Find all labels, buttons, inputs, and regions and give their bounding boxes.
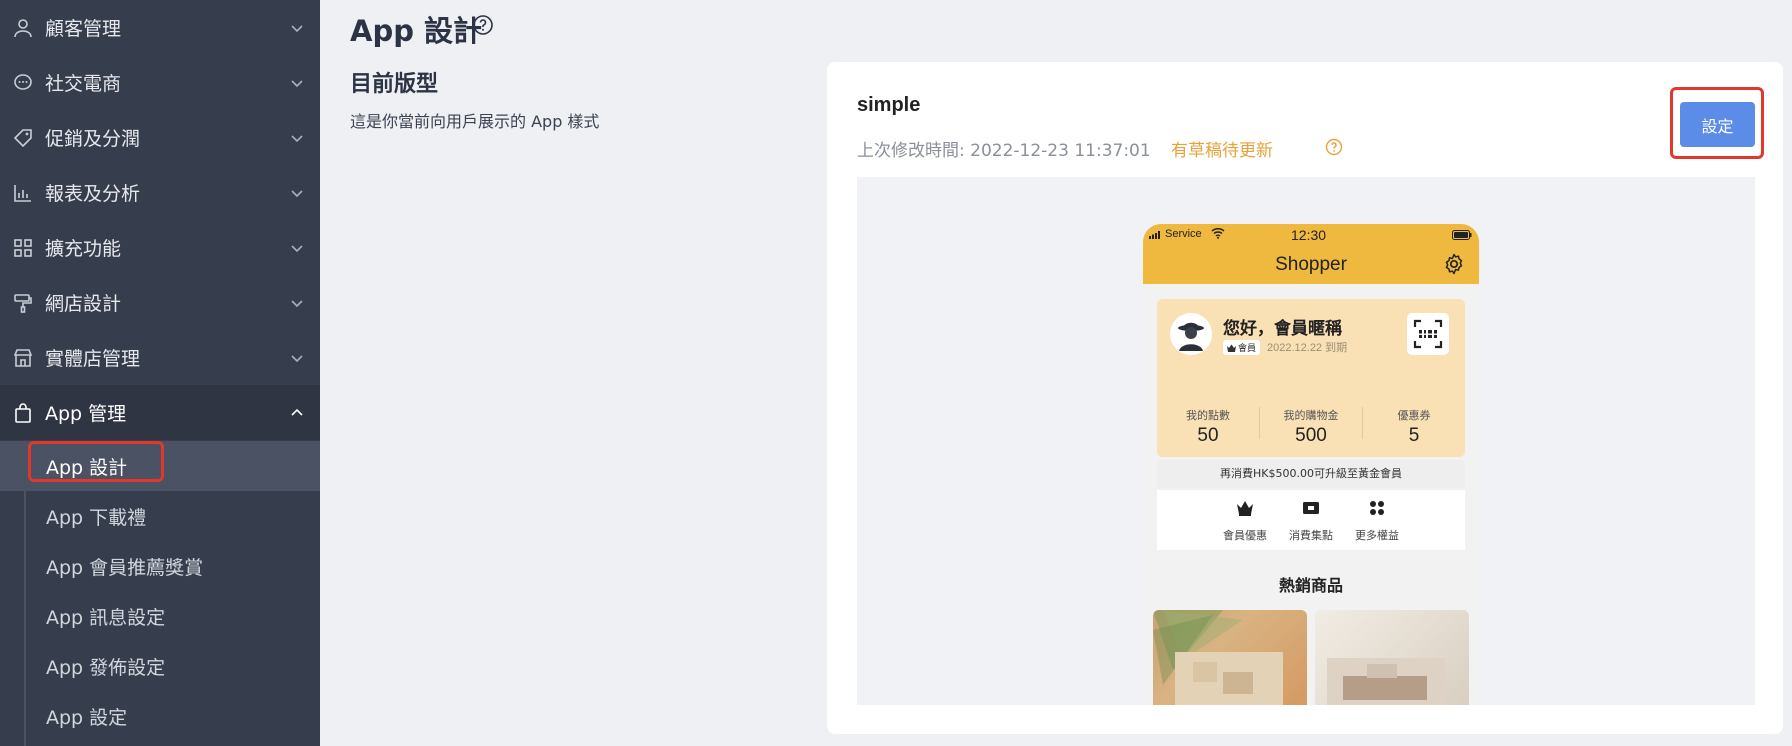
help-icon[interactable] [1325, 138, 1343, 156]
grid-icon [14, 238, 32, 257]
qr-code-icon [1407, 313, 1449, 355]
sidebar-item-label: 顧客管理 [45, 18, 122, 40]
sidebar-item-label: App 管理 [45, 403, 127, 425]
status-time: 12:30 [1291, 227, 1327, 243]
paint-roller-icon [14, 293, 32, 313]
stat-points: 我的點數 50 [1157, 407, 1259, 447]
chart-icon [14, 184, 31, 202]
submenu-item-app-message-settings[interactable]: App 訊息設定 [0, 591, 320, 641]
stat-coupons: 優惠券 5 [1363, 407, 1465, 447]
perk-points-collection: 消費集點 [1276, 500, 1346, 543]
stat-label: 我的購物金 [1283, 409, 1339, 422]
submenu-item-label: App 訊息設定 [46, 606, 166, 629]
submenu-item-app-referral-reward[interactable]: App 會員推薦獎賞 [0, 541, 320, 591]
highlight-box [28, 441, 164, 482]
sidebar-item-customers[interactable]: 顧客管理 [0, 0, 320, 55]
help-icon[interactable] [472, 14, 494, 36]
sidebar-item-app-management[interactable]: App 管理 [0, 385, 320, 440]
chevron-down-icon [291, 354, 303, 362]
page-title: App 設計 [350, 14, 483, 48]
sidebar-item-store-design[interactable]: 網店設計 [0, 275, 320, 330]
stat-value: 5 [1408, 425, 1420, 446]
sidebar-item-extensions[interactable]: 擴充功能 [0, 220, 320, 275]
member-badge: 會員 [1223, 340, 1261, 355]
submenu-item-app-download-gift[interactable]: App 下載禮 [0, 491, 320, 541]
ticket-icon [1303, 502, 1319, 514]
upgrade-banner: 再消費HK$500.00可升級至黃金會員 [1157, 460, 1465, 488]
wifi-icon [1211, 227, 1225, 239]
submenu-item-app-settings[interactable]: App 設定 [0, 691, 320, 741]
app-title: Shopper [1275, 254, 1347, 275]
sidebar-item-label: 擴充功能 [45, 238, 122, 260]
badge-label: 會員 [1238, 343, 1257, 353]
member-greeting: 您好，會員暱稱 [1223, 319, 1342, 339]
chevron-down-icon [291, 79, 303, 87]
sidebar-item-promotions[interactable]: 促銷及分潤 [0, 110, 320, 165]
crown-icon [1237, 501, 1253, 516]
submenu-item-app-publish-settings[interactable]: App 發佈設定 [0, 641, 320, 691]
carrier-label: Service [1165, 228, 1202, 240]
submenu-item-label: App 設定 [46, 706, 128, 729]
chevron-down-icon [291, 189, 303, 197]
chat-icon [14, 73, 32, 90]
perk-label: 更多權益 [1355, 529, 1399, 542]
sidebar-item-label: 社交電商 [45, 73, 122, 95]
sidebar: 顧客管理 社交電商 促銷及分潤 報表及分析 擴充功能 網店設計 實體店管理 Ap… [0, 0, 320, 746]
tag-icon [13, 128, 32, 147]
phone-mockup: Service 12:30 Shopper 您好，會員暱稱 會員 2022.12… [1143, 224, 1479, 705]
sidebar-item-label: 網店設計 [45, 293, 122, 315]
stat-value: 500 [1295, 425, 1327, 446]
sidebar-item-label: 實體店管理 [45, 348, 141, 370]
submenu-item-label: App 發佈設定 [46, 656, 166, 679]
perk-more-benefits: 更多權益 [1342, 500, 1412, 543]
section-title: 目前版型 [350, 72, 439, 97]
user-icon [14, 18, 32, 37]
section-description: 這是你當前向用戶展示的 App 樣式 [350, 112, 600, 131]
last-modified-text: 上次修改時間: 2022-12-23 11:37:01 [857, 141, 1151, 161]
sidebar-item-reports[interactable]: 報表及分析 [0, 165, 320, 220]
signal-icon [1149, 231, 1160, 239]
perk-label: 消費集點 [1289, 529, 1333, 542]
stat-value: 50 [1197, 425, 1219, 446]
perk-member-offers: 會員優惠 [1210, 500, 1280, 543]
chevron-down-icon [291, 299, 303, 307]
app-header: Shopper [1143, 246, 1479, 284]
status-bar: Service 12:30 [1143, 224, 1479, 246]
chevron-down-icon [291, 24, 303, 32]
expiry-date: 2022.12.22 到期 [1267, 342, 1348, 354]
perk-label: 會員優惠 [1223, 529, 1267, 542]
sidebar-item-label: 報表及分析 [45, 183, 141, 205]
battery-icon [1452, 230, 1472, 240]
sidebar-item-physical-store[interactable]: 實體店管理 [0, 330, 320, 385]
chevron-down-icon [291, 244, 303, 252]
avatar [1170, 313, 1212, 355]
submenu-item-label: App 會員推薦獎賞 [46, 556, 204, 579]
sidebar-item-social-commerce[interactable]: 社交電商 [0, 55, 320, 110]
submenu-item-label: App 下載禮 [46, 506, 147, 529]
template-card: simple 上次修改時間: 2022-12-23 11:37:01 有草稿待更… [827, 62, 1783, 734]
main-content: App 設計 目前版型 這是你當前向用戶展示的 App 樣式 simple 上次… [320, 0, 1792, 746]
stat-credit: 我的購物金 500 [1260, 407, 1362, 447]
shopping-bag-icon [15, 402, 31, 423]
crown-icon [1227, 344, 1236, 352]
product-image [1153, 610, 1307, 705]
chevron-down-icon [291, 134, 303, 142]
draft-notice[interactable]: 有草稿待更新 [1171, 136, 1273, 161]
perks-row: 會員優惠 消費集點 更多權益 [1157, 490, 1465, 550]
chevron-up-icon [291, 408, 303, 416]
sidebar-item-label: 促銷及分潤 [45, 128, 141, 150]
stat-label: 優惠券 [1397, 409, 1431, 422]
gear-icon [1445, 253, 1463, 275]
stat-label: 我的點數 [1186, 409, 1230, 422]
store-icon [13, 348, 33, 367]
dots-icon [1370, 501, 1384, 515]
app-preview-area: Service 12:30 Shopper 您好，會員暱稱 會員 2022.12… [857, 177, 1755, 705]
product-image [1315, 610, 1469, 705]
member-card: 您好，會員暱稱 會員 2022.12.22 到期 我的點數 50 我的購物金 5… [1157, 299, 1465, 457]
template-name: simple [857, 94, 921, 116]
hot-products-title: 熱銷商品 [1278, 576, 1343, 595]
highlight-box [1670, 87, 1764, 159]
